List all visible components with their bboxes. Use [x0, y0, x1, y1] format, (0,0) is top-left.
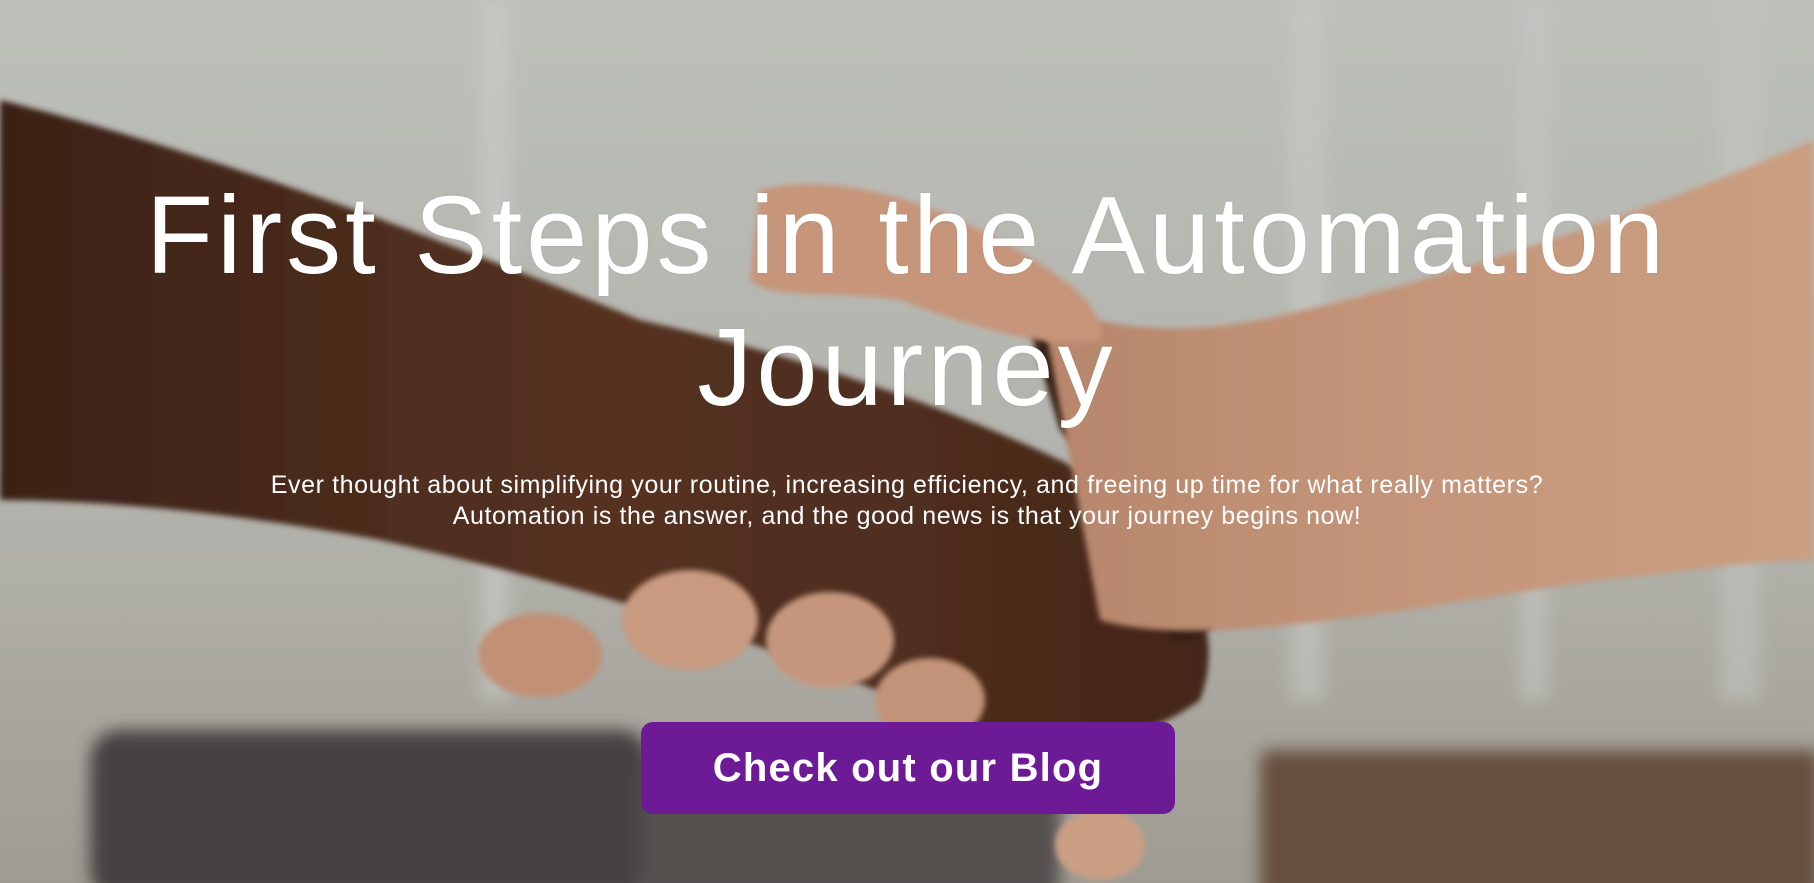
hero-subtitle-line-2: Automation is the answer, and the good n…: [452, 502, 1362, 530]
hero-subtitle-line-1: Ever thought about simplifying your rout…: [270, 471, 1544, 499]
hero-content: First Steps in the Automation Journey Ev…: [0, 0, 1814, 883]
hero-subtitle: Ever thought about simplifying your rout…: [120, 470, 1694, 532]
hero-section: First Steps in the Automation Journey Ev…: [0, 0, 1814, 883]
check-out-blog-button[interactable]: Check out our Blog: [641, 722, 1175, 814]
hero-title: First Steps in the Automation Journey: [145, 174, 1669, 429]
